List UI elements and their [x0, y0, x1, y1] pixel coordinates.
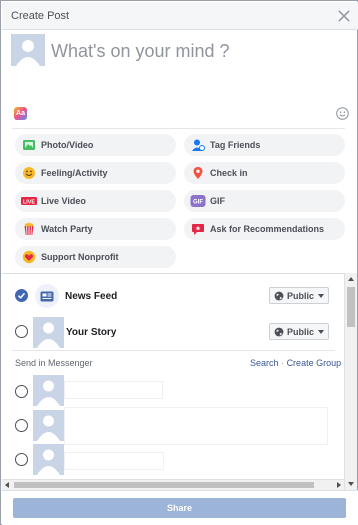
share-button[interactable]: Share — [13, 498, 346, 518]
globe-icon — [274, 291, 284, 300]
create-post-dialog: Create Post What's on your mind ? Aa Pho… — [0, 0, 358, 525]
search-link[interactable]: Search — [250, 358, 279, 368]
feeling-activity-button[interactable]: Feeling/Activity — [15, 162, 176, 184]
feeling-icon — [21, 165, 37, 181]
recommendations-icon — [190, 221, 206, 237]
scroll-down-icon[interactable] — [348, 482, 354, 486]
scroll-left-icon[interactable] — [5, 482, 9, 488]
contact-name — [64, 452, 164, 470]
watch-party-icon — [21, 221, 37, 237]
tag-friends-icon — [190, 137, 206, 153]
story-privacy-selector[interactable]: Public — [269, 323, 329, 340]
contact-radio[interactable] — [15, 419, 28, 432]
chevron-down-icon — [318, 329, 325, 334]
emoji-icon[interactable] — [336, 107, 349, 120]
globe-icon — [274, 327, 284, 336]
gif-button[interactable]: GIF GIF — [184, 190, 345, 212]
svg-text:GIF: GIF — [193, 200, 203, 206]
contact-avatar — [33, 444, 64, 475]
create-group-link[interactable]: Create Group — [287, 358, 342, 368]
divider — [12, 350, 335, 351]
news-feed-radio[interactable] — [15, 289, 28, 302]
news-feed-icon — [35, 284, 59, 308]
your-story-label: Your Story — [66, 327, 117, 338]
contact-radio[interactable] — [15, 385, 28, 398]
story-avatar — [33, 317, 64, 348]
news-feed-privacy-selector[interactable]: Public — [269, 287, 329, 304]
support-nonprofit-button[interactable]: Support Nonprofit — [15, 246, 176, 268]
watch-party-button[interactable]: Watch Party — [15, 218, 176, 240]
dialog-title: Create Post — [11, 10, 70, 22]
contact-name — [64, 381, 163, 399]
close-icon[interactable] — [336, 8, 352, 24]
divider — [12, 128, 345, 129]
your-story-radio[interactable] — [15, 325, 28, 338]
photo-video-icon — [21, 137, 37, 153]
vertical-scrollbar[interactable] — [344, 273, 357, 490]
photo-video-button[interactable]: Photo/Video — [15, 134, 176, 156]
contact-name — [64, 407, 328, 445]
contact-avatar — [33, 375, 64, 406]
live-video-button[interactable]: LIVE Live Video — [15, 190, 176, 212]
background-style-icon[interactable]: Aa — [14, 107, 27, 120]
user-avatar — [11, 34, 45, 66]
gif-icon: GIF — [190, 193, 206, 209]
contact-radio[interactable] — [15, 453, 28, 466]
nonprofit-icon — [21, 249, 37, 265]
scrollbar-thumb[interactable] — [14, 482, 314, 488]
contact-avatar — [33, 410, 64, 441]
scroll-right-icon[interactable] — [337, 482, 341, 488]
check-in-button[interactable]: Check in — [184, 162, 345, 184]
scroll-up-icon[interactable] — [348, 277, 354, 281]
chevron-down-icon — [318, 293, 325, 298]
live-video-icon: LIVE — [21, 193, 37, 209]
dialog-header: Create Post — [2, 2, 358, 30]
dialog-footer: Share — [2, 490, 358, 525]
scrollbar-thumb[interactable] — [347, 287, 355, 327]
svg-text:LIVE: LIVE — [23, 199, 35, 205]
check-in-icon — [190, 165, 206, 181]
horizontal-scrollbar[interactable] — [2, 479, 344, 490]
post-text-input[interactable]: What's on your mind ? — [51, 41, 230, 62]
send-in-messenger-label: Send in Messenger — [15, 358, 93, 368]
ask-recommendations-button[interactable]: Ask for Recommendations — [184, 218, 345, 240]
news-feed-label: News Feed — [65, 291, 118, 302]
tag-friends-button[interactable]: Tag Friends — [184, 134, 345, 156]
messenger-links: Search · Create Group — [250, 358, 341, 368]
link-separator: · — [281, 358, 285, 368]
